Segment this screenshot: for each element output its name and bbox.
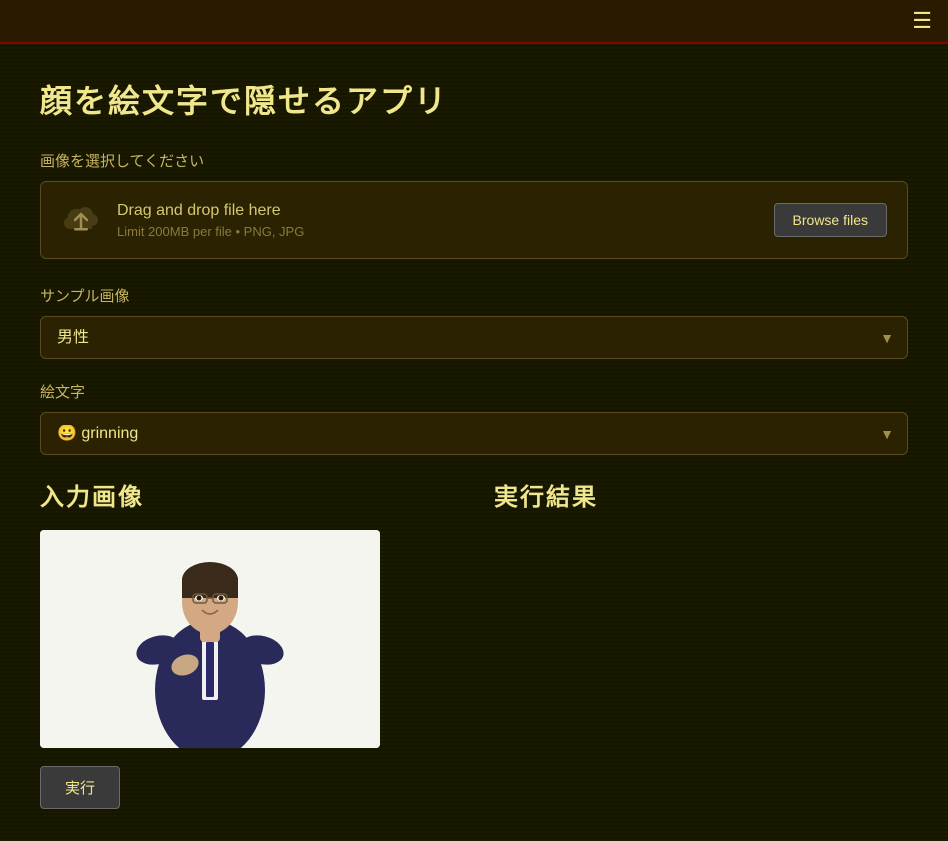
upload-limit-text: Limit 200MB per file • PNG, JPG [117,224,304,239]
cloud-upload-icon [61,200,101,240]
upload-drag-text: Drag and drop file here [117,202,304,220]
upload-section-label: 画像を選択してください [40,150,908,171]
sample-section-label: サンプル画像 [40,285,908,306]
sample-image-section: サンプル画像 男性 女性 ▼ [40,285,908,359]
result-title: 実行結果 [494,477,908,512]
top-bar: ☰ [0,0,948,44]
emoji-section-label: 絵文字 [40,381,908,402]
emoji-dropdown-wrapper: 😀 grinning 😊 smile 😆 laughing ▼ [40,412,908,455]
run-button[interactable]: 実行 [40,766,120,809]
sample-dropdown-wrapper: 男性 女性 ▼ [40,316,908,359]
result-empty-area [494,530,834,748]
upload-text-group: Drag and drop file here Limit 200MB per … [117,202,304,239]
upload-left: Drag and drop file here Limit 200MB per … [61,200,304,240]
results-row: 入力画像 [40,477,908,748]
input-image-title: 入力画像 [40,477,454,512]
emoji-section: 絵文字 😀 grinning 😊 smile 😆 laughing ▼ [40,381,908,455]
browse-files-button[interactable]: Browse files [774,203,887,237]
upload-area[interactable]: Drag and drop file here Limit 200MB per … [40,181,908,259]
result-col: 実行結果 [494,477,908,748]
page-title: 顔を絵文字で隠せるアプリ [40,76,908,122]
menu-icon[interactable]: ☰ [912,8,932,34]
main-content: 顔を絵文字で隠せるアプリ 画像を選択してください Drag and drop f… [0,44,948,841]
sample-image-select[interactable]: 男性 女性 [40,316,908,359]
emoji-select[interactable]: 😀 grinning 😊 smile 😆 laughing [40,412,908,455]
input-image-placeholder [40,530,380,748]
input-image-col: 入力画像 [40,477,454,748]
